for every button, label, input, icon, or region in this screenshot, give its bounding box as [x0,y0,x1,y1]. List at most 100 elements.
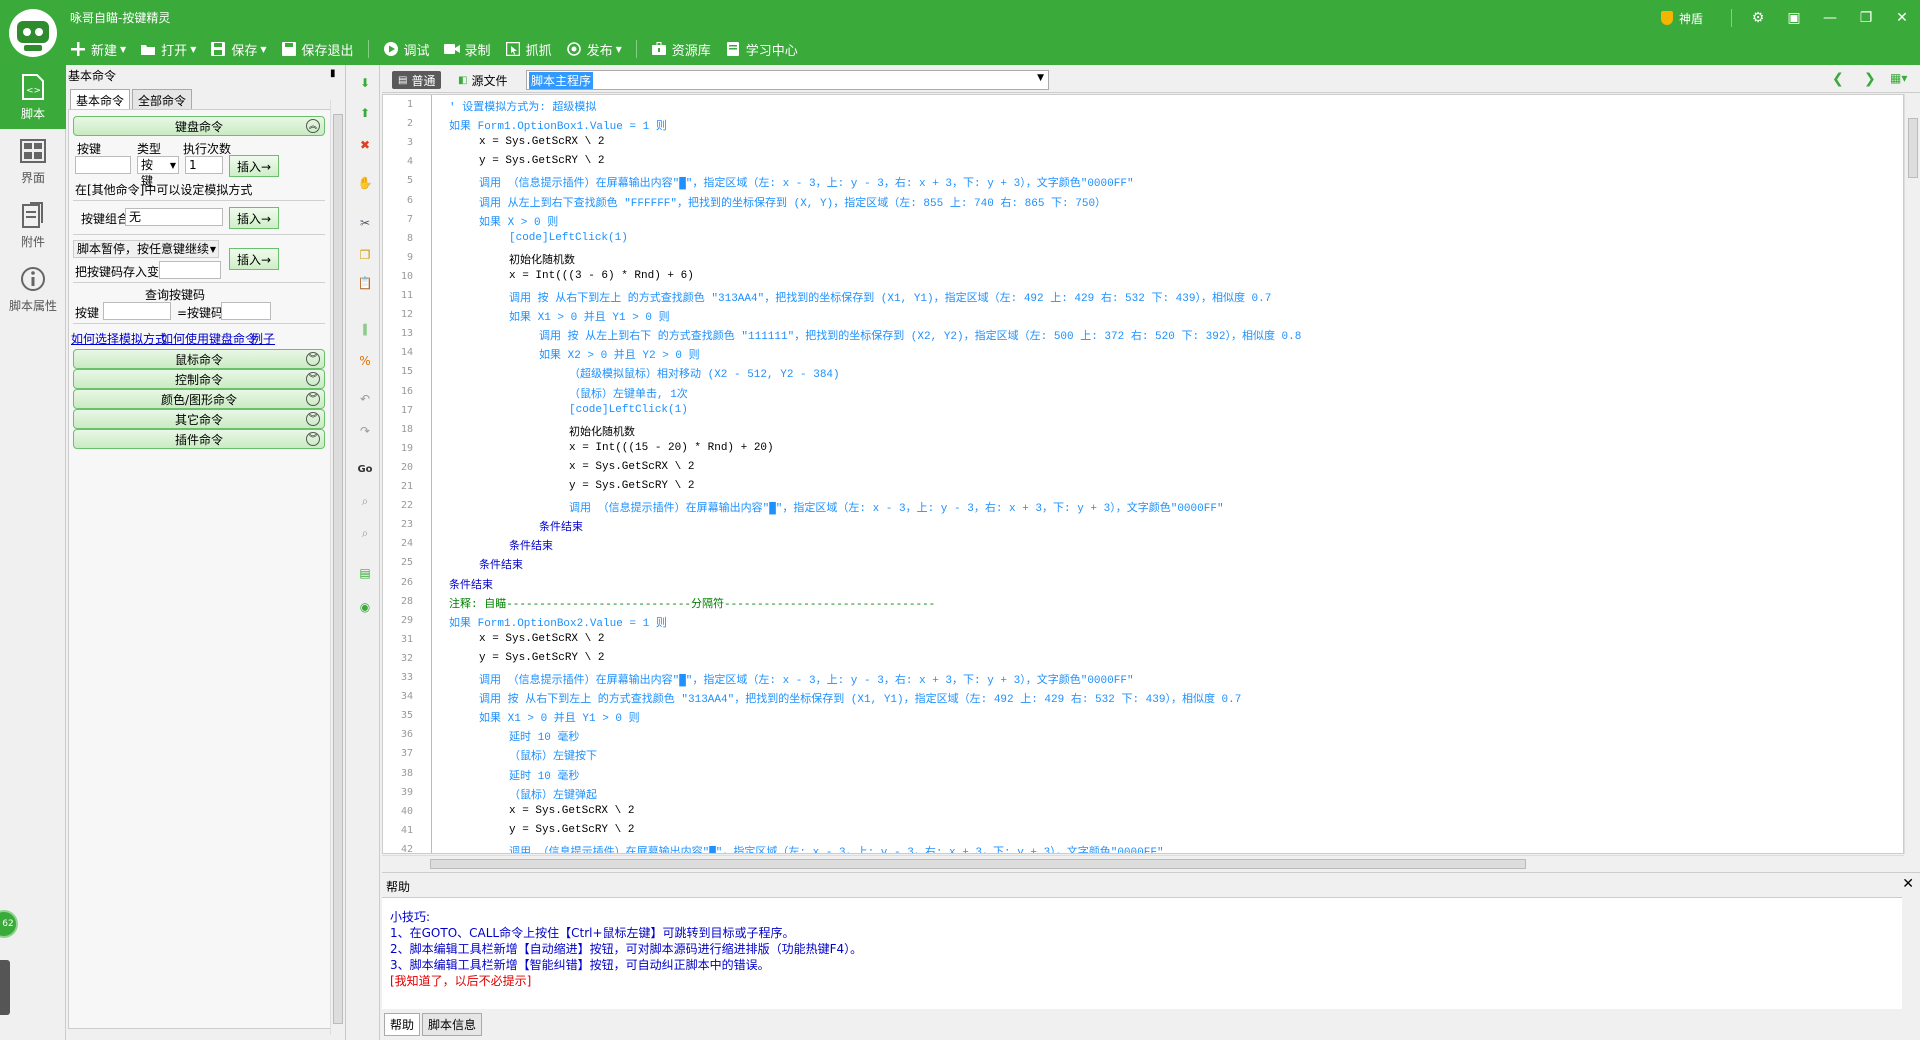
link-example[interactable]: 例子 [251,330,275,347]
paste-icon[interactable]: 📋 [357,275,373,291]
code-line[interactable]: 注释: 自瞄----------------------------分隔符---… [449,595,935,611]
query-code-input[interactable] [221,302,271,320]
save-button[interactable]: 保存 ▼ [210,40,267,59]
move-up-icon[interactable]: ⬆ [357,105,373,121]
tab-all-commands[interactable]: 全部命令 [132,89,193,111]
code-line[interactable]: 初始化随机数 [569,423,635,439]
code-line[interactable]: 初始化随机数 [509,251,575,267]
code-line[interactable]: （鼠标）左键单击, 1次 [569,385,688,401]
undo-icon[interactable]: ↶ [357,391,373,407]
key-input[interactable] [75,156,131,174]
resources-button[interactable]: 资源库 [651,40,711,59]
code-line[interactable]: 如果 X1 > 0 并且 Y1 > 0 则 [509,308,670,324]
code-line[interactable]: ' 设置模拟方式为: 超级模拟 [449,98,596,114]
save-exit-button[interactable]: 保存退出 [281,40,354,59]
other-group-header[interactable]: 其它命令 ︾ [73,409,325,429]
tab-basic-commands[interactable]: 基本命令 [70,89,131,111]
replace-icon[interactable]: ⌕ [357,525,373,541]
code-line[interactable]: x = Int(((15 - 20) * Rnd) + 20) [569,442,774,454]
capture-button[interactable]: 抓抓 [505,40,552,59]
control-group-header[interactable]: 控制命令 ︾ [73,369,325,389]
code-line[interactable]: 如果 X2 > 0 并且 Y2 > 0 则 [539,346,700,362]
tab-help[interactable]: 帮助 [384,1013,421,1036]
redo-icon[interactable]: ↷ [357,423,373,439]
record-button[interactable]: 录制 [443,40,491,59]
code-line[interactable]: （鼠标）左键弹起 [509,786,597,802]
code-line[interactable]: y = Sys.GetScRY \ 2 [509,824,634,836]
code-line[interactable]: x = Sys.GetScRX \ 2 [479,633,604,645]
pin-icon[interactable]: ▮ [330,68,336,79]
tab-normal-view[interactable]: ▤ 普通 [392,71,442,89]
cut-icon[interactable]: ✂ [357,215,373,231]
keyboard-group-header[interactable]: 键盘命令 ︽ [73,116,325,136]
delete-icon[interactable]: ✖ [357,137,373,153]
maximize-button[interactable]: ❐ [1848,0,1884,36]
learning-button[interactable]: 学习中心 [725,40,798,59]
smart-fix-icon[interactable]: ◉ [357,599,373,615]
combo-input[interactable]: 无 [125,208,223,226]
query-key-input[interactable] [103,302,171,320]
help-scrollbar[interactable] [1904,897,1920,1009]
copy-icon[interactable]: ❐ [357,247,373,263]
code-line[interactable]: 如果 Form1.OptionBox2.Value = 1 则 [449,614,667,630]
tab-source-view[interactable]: ◧ 源文件 [452,71,513,89]
code-line[interactable]: 如果 Form1.OptionBox1.Value = 1 则 [449,117,667,133]
comment-icon[interactable]: ∥ [357,321,373,337]
code-line[interactable]: x = Int(((3 - 6) * Rnd) + 6) [509,270,694,282]
code-line[interactable]: x = Sys.GetScRX \ 2 [569,461,694,473]
nav-script[interactable]: <> 脚本 [0,65,66,129]
link-select-simulation[interactable]: 如何选择模拟方式 [71,330,167,347]
close-icon[interactable]: ✕ [1902,876,1914,892]
nav-attach[interactable]: 附件 [0,193,66,257]
plugin-group-header[interactable]: 插件命令 ︾ [73,429,325,449]
code-editor[interactable]: 1 ' 设置模拟方式为: 超级模拟 2 如果 Form1.OptionBox1.Val… [382,94,1904,854]
code-line[interactable]: 条件结束 [479,556,523,572]
code-line[interactable]: 条件结束 [449,576,493,592]
code-line[interactable]: 延时 10 毫秒 [509,728,579,744]
code-line[interactable]: 调用 按 从左上到右下 的方式查找颜色 "111111"，把找到的坐标保存到 (… [539,327,1301,343]
find-icon[interactable]: ⌕ [357,493,373,509]
type-select[interactable]: 按键 ▼ [137,156,179,188]
code-line[interactable]: x = Sys.GetScRX \ 2 [479,136,604,148]
move-down-icon[interactable]: ⬇ [357,75,373,91]
goto-icon[interactable]: Go [357,461,373,477]
floating-badge[interactable]: 62 [0,910,18,938]
store-variable-input[interactable] [159,261,221,279]
mouse-group-header[interactable]: 鼠标命令 ︾ [73,349,325,369]
minimize-button[interactable]: — [1812,0,1848,36]
code-line[interactable]: 如果 X > 0 则 [479,213,558,229]
settings-button[interactable]: ⚙ [1740,0,1776,36]
auto-indent-icon[interactable]: ▤ [357,565,373,581]
code-vertical-scrollbar[interactable] [1904,94,1920,854]
code-line[interactable]: 条件结束 [509,537,553,553]
code-line[interactable]: 调用 （信息提示插件）在屏幕输出内容"█"，指定区域（左: x - 3，上: y… [479,671,1134,687]
code-line[interactable]: 如果 X1 > 0 并且 Y1 > 0 则 [479,709,640,725]
insert-key-button[interactable]: 插入→ [229,155,279,177]
shield-button[interactable]: 神盾 [1660,10,1703,27]
skin-button[interactable]: ▣ [1776,0,1812,36]
code-line[interactable]: y = Sys.GetScRY \ 2 [479,652,604,664]
nav-back-icon[interactable]: ❮ [1832,71,1844,87]
insert-pause-button[interactable]: 插入→ [229,248,279,270]
pause-option-select[interactable]: 脚本暂停，按任意键继续 ▼ [73,240,219,258]
publish-button[interactable]: 发布 ▼ [566,40,622,59]
code-line[interactable]: （超级模拟鼠标）相对移动 (X2 - 512, Y2 - 384) [569,365,840,381]
subroutine-select[interactable]: 脚本主程序 ▼ [526,70,1049,90]
debug-button[interactable]: 调试 [383,40,430,59]
nav-ui[interactable]: 界面 [0,129,66,193]
floating-side-bar[interactable] [0,960,10,1015]
code-horizontal-scrollbar[interactable] [382,855,1904,871]
code-line[interactable]: 调用 （信息提示插件）在屏幕输出内容"█"，指定区域（左: x - 3，上: y… [479,174,1134,190]
new-button[interactable]: 新建 ▼ [70,40,126,59]
layout-menu-icon[interactable]: ▦▾ [1890,71,1907,85]
code-line[interactable]: x = Sys.GetScRX \ 2 [509,805,634,817]
command-panel-scrollbar[interactable] [330,100,344,1035]
tab-script-info[interactable]: 脚本信息 [422,1013,483,1036]
insert-combo-button[interactable]: 插入→ [229,207,279,229]
nav-forward-icon[interactable]: ❯ [1864,71,1876,87]
link-use-keyboard[interactable]: 如何使用键盘命令 [161,330,257,347]
close-button[interactable]: ✕ [1884,0,1920,36]
code-line[interactable]: （鼠标）左键按下 [509,747,597,763]
code-line[interactable]: y = Sys.GetScRY \ 2 [569,480,694,492]
code-line[interactable]: 调用 按 从右下到左上 的方式查找颜色 "313AA4"，把找到的坐标保存到 (… [509,289,1271,305]
